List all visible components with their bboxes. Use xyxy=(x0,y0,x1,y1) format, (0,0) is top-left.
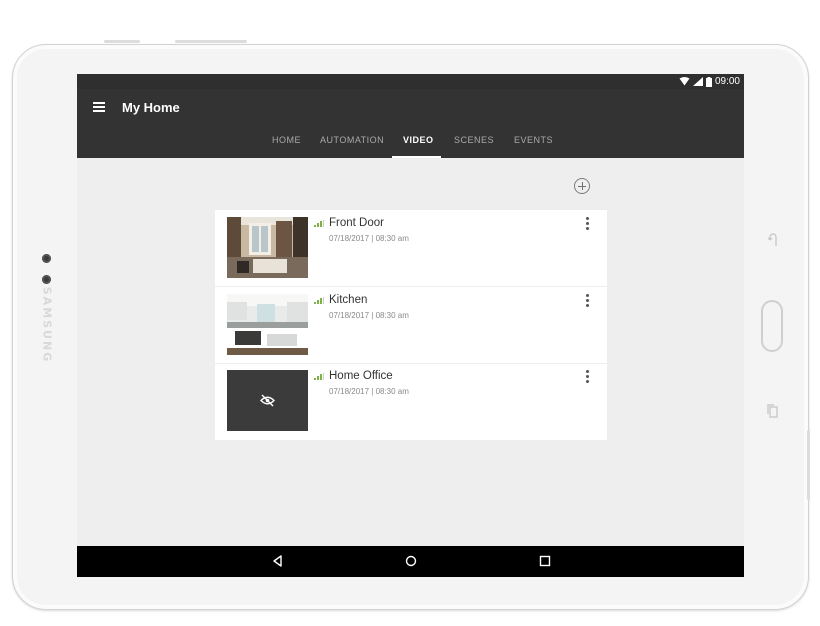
app-bar: My Home HOME AUTOMATION VIDEO SCENES EVE… xyxy=(77,89,744,158)
recents-square-icon[interactable] xyxy=(538,554,552,568)
side-button xyxy=(807,430,810,500)
signal-strength-icon xyxy=(314,373,324,380)
device-brand: SAMSUNG xyxy=(40,286,54,364)
tab-scenes[interactable]: SCENES xyxy=(454,135,494,145)
home-circle-icon[interactable] xyxy=(404,554,418,568)
camera-timestamp: 07/18/2017 | 08:30 am xyxy=(329,311,409,320)
status-bar: 09:00 xyxy=(77,74,744,89)
hardware-home-key[interactable] xyxy=(761,300,783,352)
wifi-icon xyxy=(679,77,690,86)
more-vert-icon[interactable] xyxy=(583,294,591,308)
cell-signal-icon xyxy=(692,77,703,86)
hardware-back-icon[interactable] xyxy=(767,232,779,251)
tab-video[interactable]: VIDEO xyxy=(403,135,434,145)
hidden-snapshot[interactable] xyxy=(227,370,308,431)
app-screen: 09:00 My Home HOME AUTOMATION VIDEO SCEN… xyxy=(77,74,744,577)
camera-list: Front Door 07/18/2017 | 08:30 am Kitchen… xyxy=(215,210,607,440)
volume-button xyxy=(104,40,140,43)
tab-events[interactable]: EVENTS xyxy=(514,135,553,145)
front-camera-icon xyxy=(42,254,51,263)
power-button xyxy=(175,40,247,43)
system-nav-bar xyxy=(77,546,744,577)
active-tab-indicator xyxy=(392,156,441,158)
front-door-snapshot[interactable] xyxy=(227,217,308,278)
status-time: 09:00 xyxy=(714,76,740,87)
battery-icon xyxy=(705,76,712,87)
camera-name: Home Office xyxy=(329,370,393,382)
sensor-icon xyxy=(42,275,51,284)
tab-home[interactable]: HOME xyxy=(272,135,301,145)
tab-bar: HOME AUTOMATION VIDEO SCENES EVENTS xyxy=(77,129,744,158)
camera-name: Front Door xyxy=(329,217,384,229)
camera-row-home-office[interactable]: Home Office 07/18/2017 | 08:30 am xyxy=(215,363,607,440)
camera-row-kitchen[interactable]: Kitchen 07/18/2017 | 08:30 am xyxy=(215,287,607,364)
more-vert-icon[interactable] xyxy=(583,217,591,231)
app-title: My Home xyxy=(122,100,180,115)
back-triangle-icon[interactable] xyxy=(271,554,285,568)
camera-timestamp: 07/18/2017 | 08:30 am xyxy=(329,387,409,396)
more-vert-icon[interactable] xyxy=(583,370,591,384)
tab-automation[interactable]: AUTOMATION xyxy=(320,135,384,145)
camera-timestamp: 07/18/2017 | 08:30 am xyxy=(329,234,409,243)
camera-row-front-door[interactable]: Front Door 07/18/2017 | 08:30 am xyxy=(215,210,607,287)
hardware-recents-icon[interactable] xyxy=(767,403,779,422)
add-circle-icon[interactable] xyxy=(574,178,590,194)
camera-name: Kitchen xyxy=(329,294,368,306)
kitchen-snapshot[interactable] xyxy=(227,294,308,355)
signal-strength-icon xyxy=(314,220,324,227)
hamburger-menu-icon[interactable] xyxy=(93,102,105,112)
status-icons: 09:00 xyxy=(679,76,740,87)
signal-strength-icon xyxy=(314,297,324,304)
